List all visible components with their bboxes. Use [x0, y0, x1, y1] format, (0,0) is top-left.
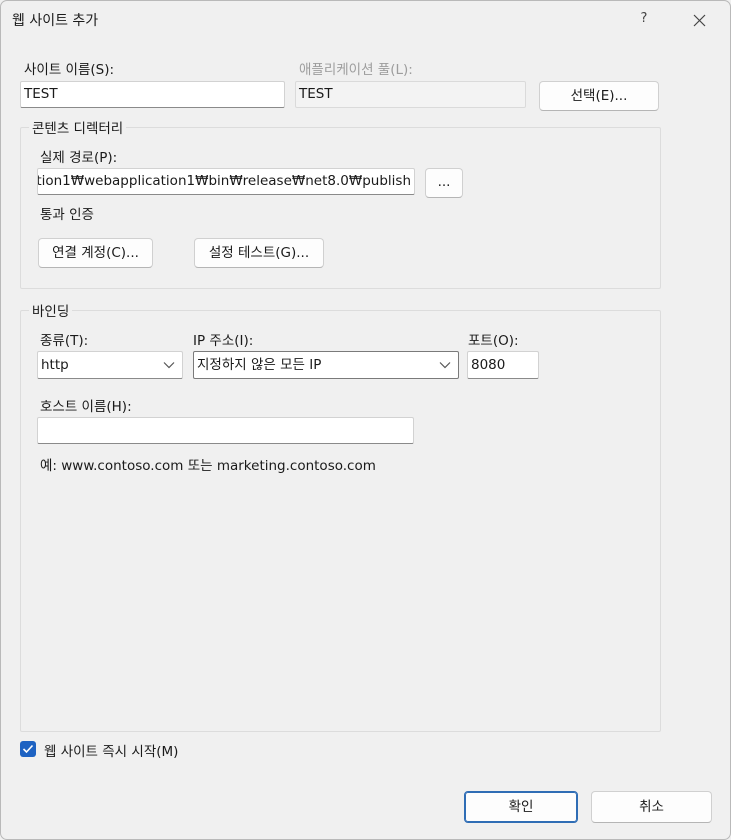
close-icon: [693, 14, 706, 27]
add-website-dialog: 웹 사이트 추가 ? 사이트 이름(S): TEST 애플리케이션 풀(L): …: [0, 0, 731, 840]
host-name-label: 호스트 이름(H):: [40, 399, 132, 415]
binding-type-value: http: [41, 357, 69, 373]
ip-address-label: IP 주소(I):: [193, 333, 254, 349]
pass-through-auth-label: 통과 인증: [40, 207, 94, 223]
ip-address-select[interactable]: 지정하지 않은 모든 IP: [193, 351, 459, 379]
ok-button[interactable]: 확인: [464, 791, 578, 823]
start-immediately-checkbox[interactable]: [20, 741, 36, 757]
port-input[interactable]: 8080: [467, 351, 539, 379]
host-name-example: 예: www.contoso.com 또는 marketing.contoso.…: [40, 458, 376, 474]
physical-path-label: 실제 경로(P):: [40, 150, 118, 166]
app-pool-label: 애플리케이션 풀(L):: [299, 62, 413, 78]
port-label: 포트(O):: [468, 333, 519, 349]
browse-path-button[interactable]: ...: [425, 168, 463, 198]
close-button[interactable]: [685, 6, 715, 34]
cancel-button[interactable]: 취소: [591, 791, 712, 823]
site-name-label: 사이트 이름(S):: [24, 62, 115, 78]
chevron-down-icon: [163, 362, 175, 369]
host-name-input[interactable]: [37, 417, 414, 444]
ip-address-value: 지정하지 않은 모든 IP: [197, 357, 322, 373]
binding-type-select[interactable]: http: [37, 351, 183, 379]
binding-title: 바인딩: [29, 300, 73, 320]
help-button[interactable]: ?: [633, 8, 655, 30]
connect-as-button[interactable]: 연결 계정(C)...: [38, 238, 153, 268]
physical-path-value: cation1₩webapplication1₩bin₩release₩net8…: [37, 173, 411, 189]
dialog-title: 웹 사이트 추가: [12, 13, 99, 29]
checkmark-icon: [22, 744, 34, 754]
chevron-down-icon: [439, 362, 451, 369]
physical-path-input[interactable]: cation1₩webapplication1₩bin₩release₩net8…: [37, 168, 415, 195]
binding-type-label: 종류(T):: [40, 333, 89, 349]
start-immediately-label[interactable]: 웹 사이트 즉시 시작(M): [44, 740, 178, 760]
site-name-input[interactable]: TEST: [20, 81, 285, 108]
app-pool-field: TEST: [295, 81, 526, 108]
select-app-pool-button[interactable]: 선택(E)...: [539, 81, 659, 111]
test-settings-button[interactable]: 설정 테스트(G)...: [194, 238, 324, 268]
content-directory-title: 콘텐츠 디렉터리: [29, 117, 127, 137]
title-bar: 웹 사이트 추가 ?: [1, 1, 730, 39]
